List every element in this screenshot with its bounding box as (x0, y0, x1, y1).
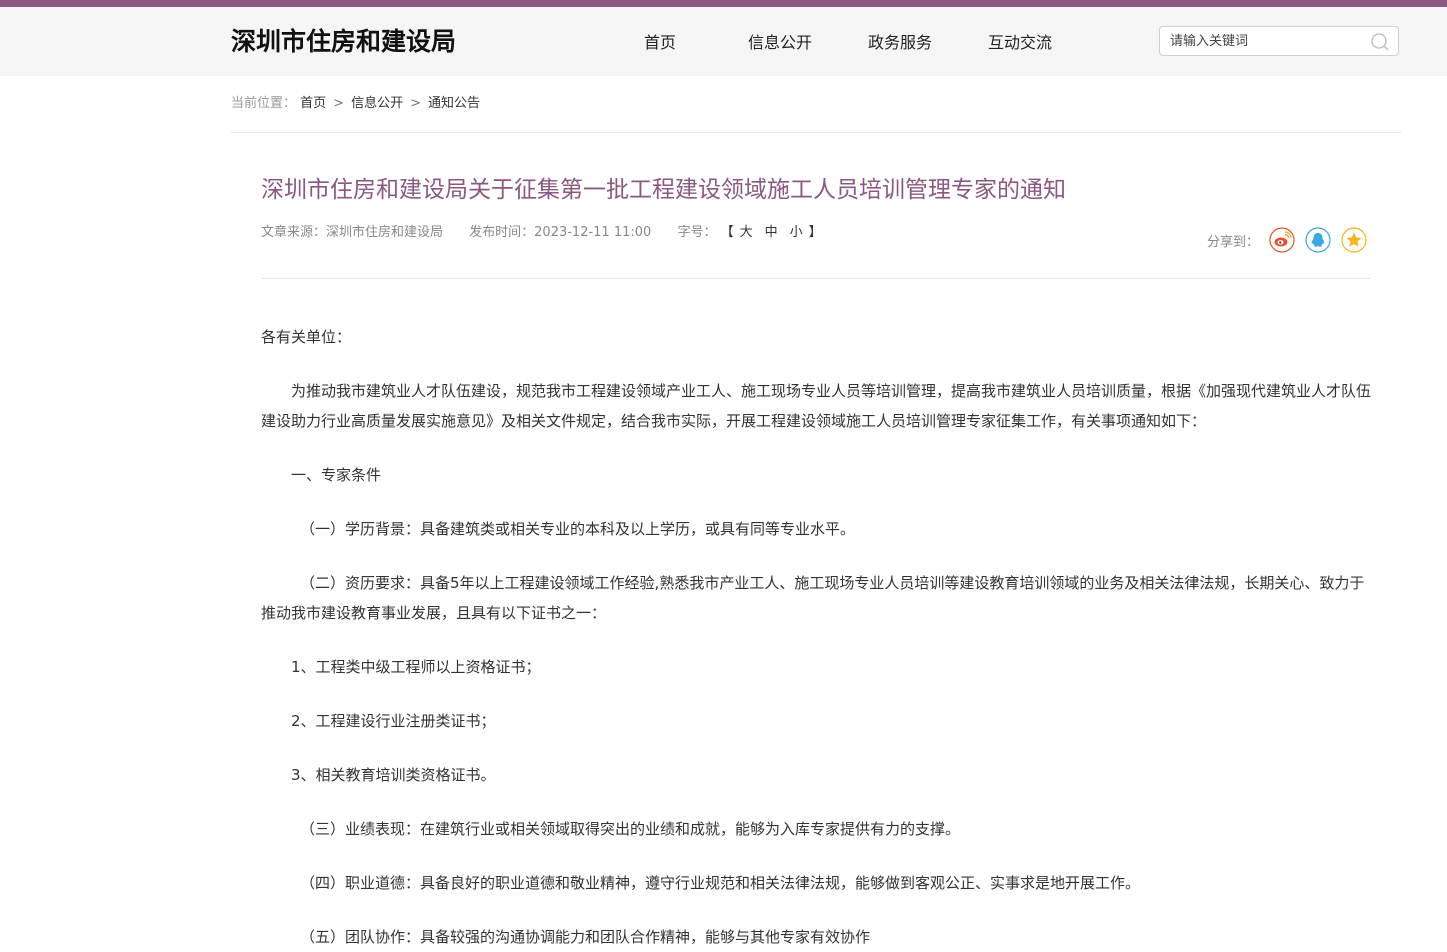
article-list-item: 1、工程类中级工程师以上资格证书； (291, 658, 541, 676)
site-header: 深圳市住房和建设局 首页 信息公开 政务服务 互动交流 (0, 7, 1447, 76)
nav-item-home[interactable]: 首页 (600, 7, 720, 76)
article-meta: 文章来源：深圳市住房和建设局 发布时间：2023-12-11 11:00 字号：… (261, 223, 822, 243)
font-size-label: 字号： (677, 225, 717, 240)
nav-item-interaction[interactable]: 互动交流 (960, 7, 1080, 76)
article-paragraph-performance: （三）业绩表现：在建筑行业或相关领域取得突出的业绩和成就，能够为入库专家提供有力… (300, 820, 961, 838)
breadcrumb-info-disclosure[interactable]: 信息公开 (351, 96, 403, 111)
breadcrumb-home[interactable]: 首页 (300, 96, 326, 111)
share-label: 分享到： (1207, 234, 1260, 250)
article-paragraph-intro: 为推动我市建筑业人才队伍建设，规范我市工程建设领域产业工人、施工现场专业人员等培… (261, 382, 1372, 430)
breadcrumb-notices[interactable]: 通知公告 (428, 96, 480, 111)
qq-icon[interactable] (1305, 227, 1331, 253)
article-list-item: 2、工程建设行业注册类证书； (291, 712, 496, 730)
site-logo[interactable]: 深圳市住房和建设局 (231, 25, 456, 59)
article-section-heading: 一、专家条件 (291, 466, 382, 484)
article-source: 文章来源：深圳市住房和建设局 (261, 225, 444, 240)
search-input[interactable] (1170, 27, 1370, 55)
article-title: 深圳市住房和建设局关于征集第一批工程建设领域施工人员培训管理专家的通知 (261, 177, 1066, 203)
article-list-item: 3、相关教育培训类资格证书。 (291, 766, 496, 784)
article-paragraph-experience: （二）资历要求：具备5年以上工程建设领域工作经验,熟悉我市产业工人、施工现场专业… (261, 574, 1365, 622)
font-size-large[interactable]: 大 (740, 225, 753, 240)
top-accent-stripe (0, 0, 1447, 7)
article-paragraph-ethics: （四）职业道德：具备良好的职业道德和敬业精神，遵守行业规范和相关法律法规，能够做… (300, 874, 1141, 892)
font-size-small[interactable]: 小 (790, 225, 803, 240)
search-box (1159, 26, 1399, 56)
breadcrumb-separator: > (410, 96, 421, 111)
breadcrumb-separator: > (333, 96, 345, 111)
breadcrumb-label: 当前位置： (231, 96, 297, 111)
share-bar: 分享到： (1207, 225, 1377, 255)
meta-divider (261, 278, 1371, 279)
breadcrumb: 当前位置： 首页 > 信息公开 > 通知公告 (231, 94, 480, 114)
article-paragraph-teamwork: （五）团队协作：具备较强的沟通协调能力和团队合作精神，能够与其他专家有效协作 (300, 928, 871, 946)
font-size-medium[interactable]: 中 (765, 225, 778, 240)
nav-item-info-disclosure[interactable]: 信息公开 (720, 7, 840, 76)
nav-item-gov-services[interactable]: 政务服务 (840, 7, 960, 76)
article-body: 各有关单位： 为推动我市建筑业人才队伍建设，规范我市工程建设领域产业工人、施工现… (261, 322, 1371, 952)
article-publish-time: 发布时间：2023-12-11 11:00 (469, 225, 652, 240)
qzone-icon[interactable] (1341, 227, 1367, 253)
article-paragraph-education: （一）学历背景：具备建筑类或相关专业的本科及以上学历，或具有同等专业水平。 (300, 520, 856, 538)
breadcrumb-divider (231, 132, 1401, 133)
weibo-icon[interactable] (1269, 227, 1295, 253)
article-salutation: 各有关单位： (261, 328, 352, 346)
search-icon[interactable] (1370, 32, 1390, 52)
main-nav: 首页 信息公开 政务服务 互动交流 (600, 7, 1080, 76)
font-size-switcher: 【大中小】 (720, 225, 822, 240)
